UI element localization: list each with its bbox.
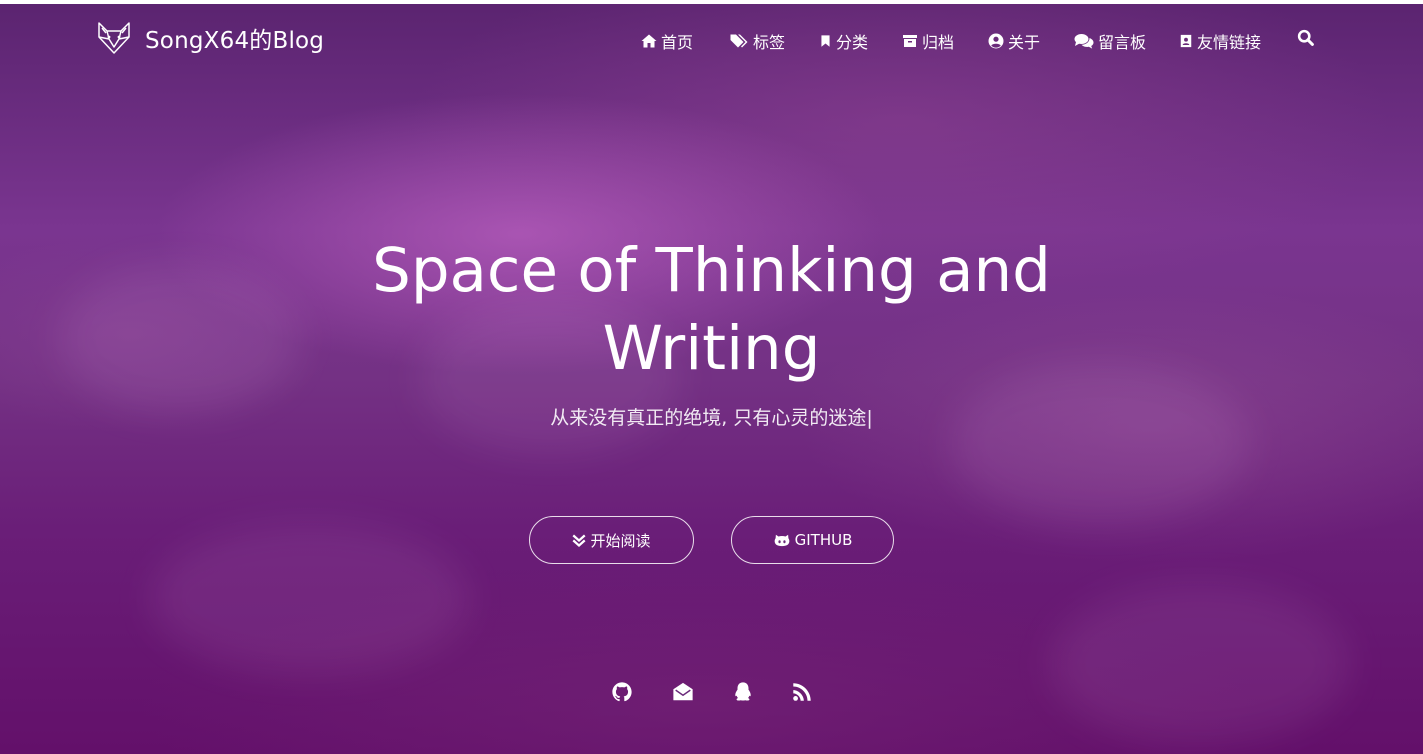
hero-subtitle: 从来没有真正的绝境, 只有心灵的迷途| [300, 403, 1123, 430]
nav-item-friends[interactable]: 友情链接 [1179, 29, 1261, 53]
angle-double-down-icon [572, 534, 586, 547]
nav-label: 标签 [753, 33, 786, 52]
github-alt-icon [774, 534, 789, 547]
cloud-decoration [1050, 584, 1350, 744]
social-email-link[interactable] [671, 680, 695, 704]
nav-item-guestbook[interactable]: 留言板 [1074, 29, 1146, 53]
cloud-decoration [150, 524, 470, 674]
archive-icon [903, 35, 917, 47]
github-label: GITHUB [794, 531, 853, 549]
nav-label: 分类 [836, 33, 869, 52]
social-rss-link[interactable] [790, 680, 814, 704]
cloud-decoration [60, 264, 300, 414]
github-icon [612, 682, 632, 702]
nav-item-categories[interactable]: 分类 [819, 29, 868, 53]
tags-icon [730, 34, 748, 48]
nav-item-home[interactable]: 首页 [641, 29, 693, 53]
nav-label: 留言板 [1098, 33, 1147, 52]
search-button[interactable] [1297, 29, 1318, 46]
comments-icon [1074, 34, 1094, 49]
typing-cursor: | [866, 407, 873, 429]
nav-label: 归档 [922, 33, 955, 52]
main-nav: 首页 标签 分类 归档 关于 留言板 友情链接 [0, 29, 1423, 55]
hero-title-line2: Writing [602, 313, 821, 384]
home-icon [641, 34, 657, 48]
nav-item-about[interactable]: 关于 [988, 29, 1040, 53]
bookmark-icon [821, 35, 830, 47]
nav-label: 首页 [661, 33, 694, 52]
nav-item-tags[interactable]: 标签 [729, 29, 785, 53]
hero-title-line1: Space of Thinking and [372, 235, 1051, 306]
nav-label: 关于 [1008, 33, 1041, 52]
search-icon [1297, 29, 1314, 46]
nav-label: 友情链接 [1197, 33, 1262, 52]
subtitle-text: 从来没有真正的绝境, 只有心灵的迷途 [550, 407, 867, 429]
start-reading-label: 开始阅读 [590, 531, 651, 550]
qq-icon [735, 682, 751, 701]
nav-item-archive[interactable]: 归档 [902, 29, 954, 53]
rss-icon [793, 683, 811, 701]
social-qq-link[interactable] [731, 680, 755, 704]
address-book-icon [1180, 34, 1192, 48]
user-circle-icon [988, 33, 1004, 49]
cloud-decoration [950, 364, 1250, 524]
social-github-link[interactable] [610, 680, 634, 704]
github-button[interactable]: GITHUB [731, 516, 894, 564]
start-reading-button[interactable]: 开始阅读 [529, 516, 694, 564]
hero-title: Space of Thinking and Writing [300, 232, 1123, 388]
envelope-open-icon [673, 682, 693, 701]
